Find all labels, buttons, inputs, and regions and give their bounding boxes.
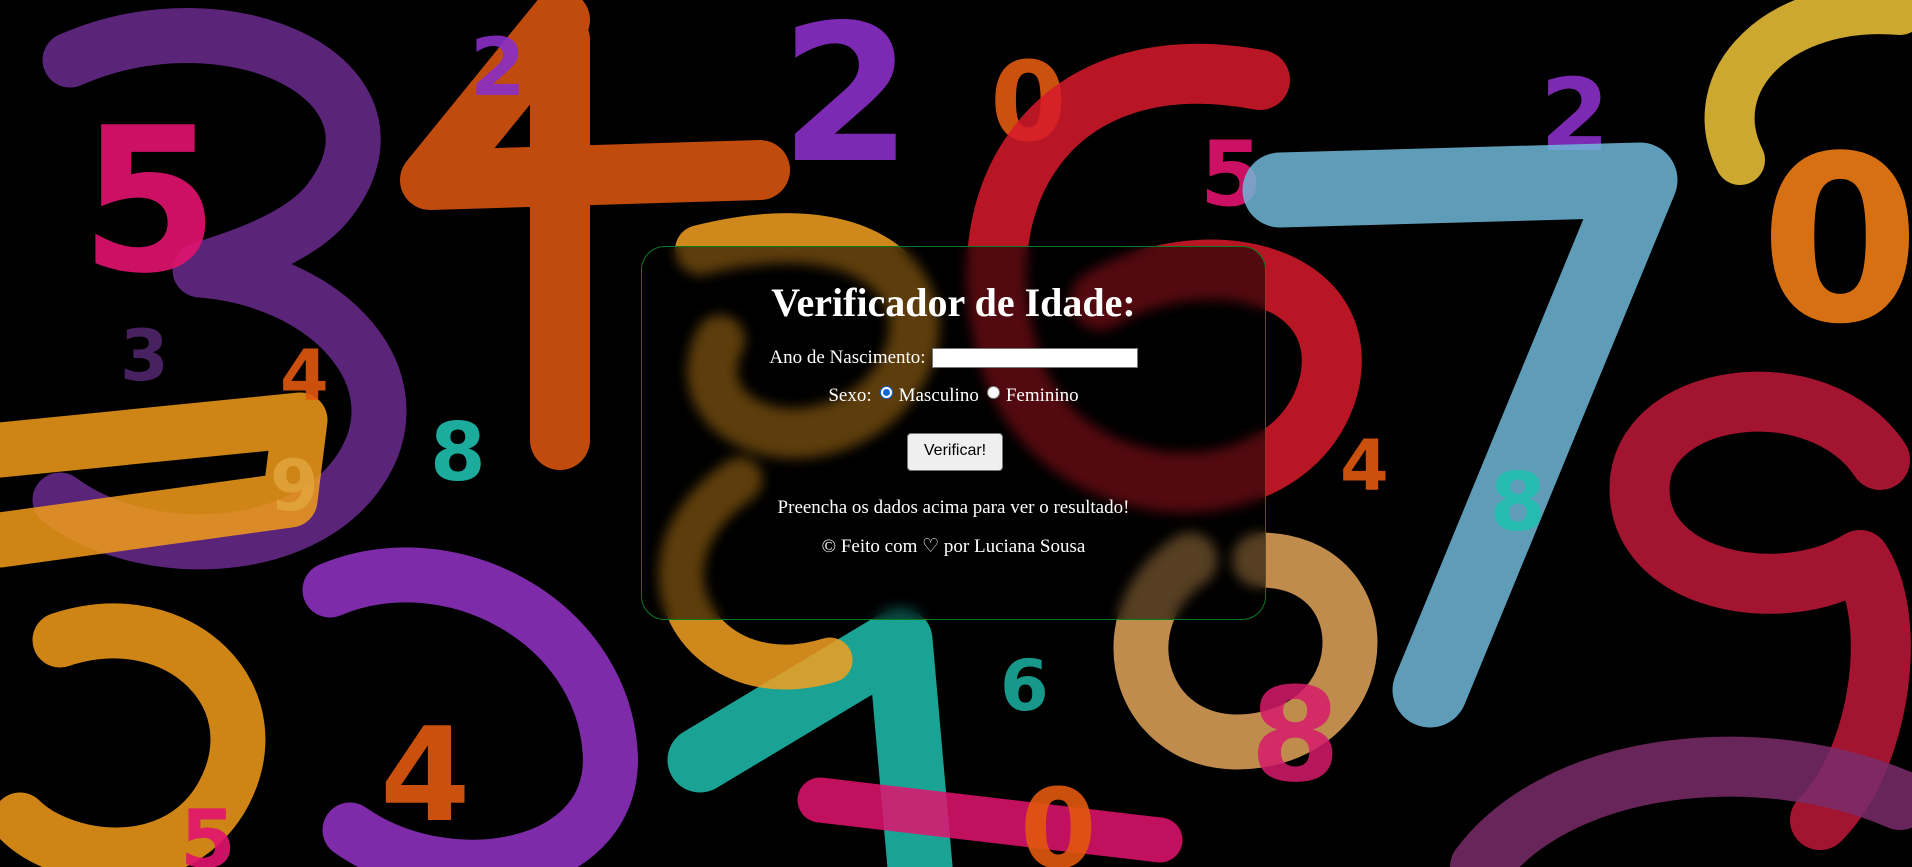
result-text: Preencha os dados acima para ver o resul… (777, 497, 1130, 518)
verify-button[interactable]: Verificar! (907, 433, 1003, 471)
birth-year-label: Ano de Nascimento: (769, 347, 926, 368)
svg-text:3: 3 (120, 315, 169, 397)
svg-text:2: 2 (470, 21, 526, 114)
svg-text:0: 0 (1760, 108, 1912, 375)
male-radio[interactable] (879, 385, 893, 399)
male-label[interactable]: Masculino (899, 385, 979, 407)
female-label[interactable]: Feminino (1006, 385, 1079, 407)
page-title: Verificador de Idade: (771, 280, 1136, 325)
female-radio[interactable] (986, 385, 1000, 399)
svg-text:9: 9 (270, 445, 319, 527)
svg-text:5: 5 (180, 793, 236, 867)
svg-text:8: 8 (430, 406, 486, 499)
svg-text:5: 5 (80, 85, 219, 318)
sex-row: Sexo: Masculino Feminino (642, 385, 1265, 407)
svg-text:4: 4 (1340, 425, 1389, 507)
svg-text:2: 2 (780, 0, 912, 205)
svg-text:8: 8 (1250, 659, 1340, 811)
svg-text:4: 4 (280, 335, 329, 417)
svg-text:0: 0 (1020, 765, 1097, 867)
birth-year-input[interactable] (931, 348, 1138, 368)
svg-text:8: 8 (1490, 456, 1546, 549)
sex-label: Sexo: (828, 385, 872, 406)
svg-text:4: 4 (380, 699, 470, 851)
svg-text:6: 6 (1000, 645, 1049, 727)
age-checker-card: Verificador de Idade: Ano de Nascimento:… (641, 246, 1266, 620)
footer-credit: © Feito com ♡ por Luciana Sousa (821, 536, 1086, 557)
birth-year-row: Ano de Nascimento: (642, 347, 1265, 369)
